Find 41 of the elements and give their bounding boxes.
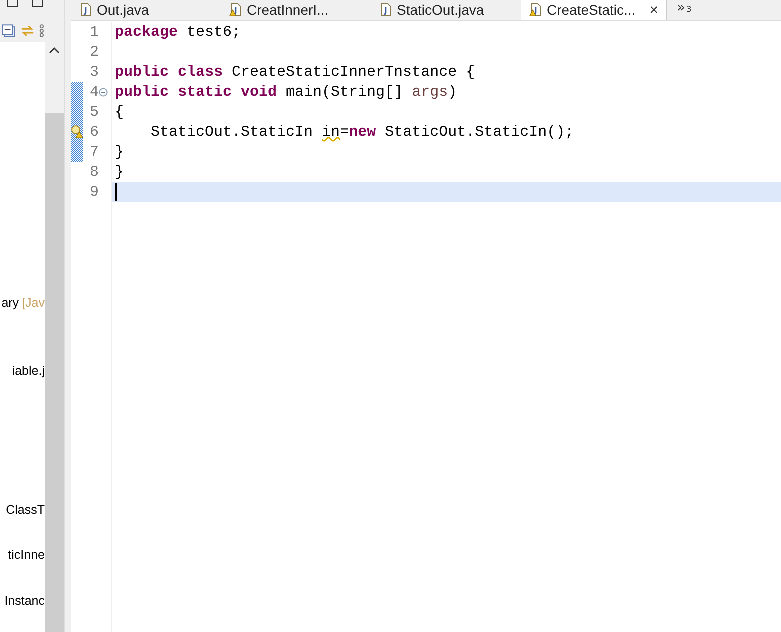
tab-label: Out.java	[97, 2, 150, 18]
scrollbar-thumb[interactable]	[45, 113, 64, 632]
editor-tab[interactable]: CreatInnerI...	[221, 0, 371, 20]
tab-overflow[interactable]: »3	[667, 0, 692, 20]
code-line: public static void main(String[] args)	[115, 84, 458, 100]
maximize-icon[interactable]	[32, 0, 43, 7]
tree-item-label[interactable]: iable.j	[12, 364, 45, 378]
line-number: 4	[88, 84, 99, 100]
line-number: 2	[88, 44, 99, 60]
scrollbar[interactable]	[45, 0, 64, 632]
collapse-all-icon[interactable]	[2, 24, 16, 38]
code-line: }	[115, 164, 124, 180]
tab-label: StaticOut.java	[397, 2, 484, 18]
editor-tab[interactable]: StaticOut.java	[371, 0, 521, 20]
line-number: 7	[88, 144, 99, 160]
editor-tab[interactable]: Out.java	[71, 0, 221, 20]
text-caret	[115, 183, 117, 201]
code-line: {	[115, 104, 124, 120]
line-number: 5	[88, 104, 99, 120]
line-number: 9	[88, 184, 99, 200]
minimize-icon[interactable]	[7, 0, 18, 7]
tab-label: CreateStatic...	[547, 2, 636, 18]
code-line: public class CreateStaticInnerTnstance {	[115, 64, 476, 80]
tab-label: CreatInnerI...	[247, 2, 329, 18]
tree-item-label[interactable]: Instanc	[4, 594, 45, 608]
code-line: }	[115, 144, 124, 160]
line-number: 1	[88, 24, 99, 40]
warning-bulb-icon[interactable]	[71, 125, 83, 139]
code-line: package test6;	[115, 24, 242, 40]
close-icon[interactable]: ×	[650, 2, 658, 18]
editor-tab[interactable]: CreateStatic... ×	[521, 0, 667, 20]
line-number: 3	[88, 64, 99, 80]
fold-collapse-icon[interactable]	[99, 88, 108, 96]
tree-item-label[interactable]: ary	[2, 296, 20, 310]
line-number: 8	[88, 164, 99, 180]
line-number: 6	[88, 124, 99, 140]
view-menu-icon[interactable]	[39, 24, 45, 38]
tree-item-label[interactable]: ticInne	[8, 548, 45, 562]
code-line: StaticOut.StaticIn in=new StaticOut.StaticIn();	[150, 124, 574, 140]
tree-item-label[interactable]: ClassT	[6, 503, 45, 517]
tree-item-decoration: [Jav	[22, 296, 45, 310]
